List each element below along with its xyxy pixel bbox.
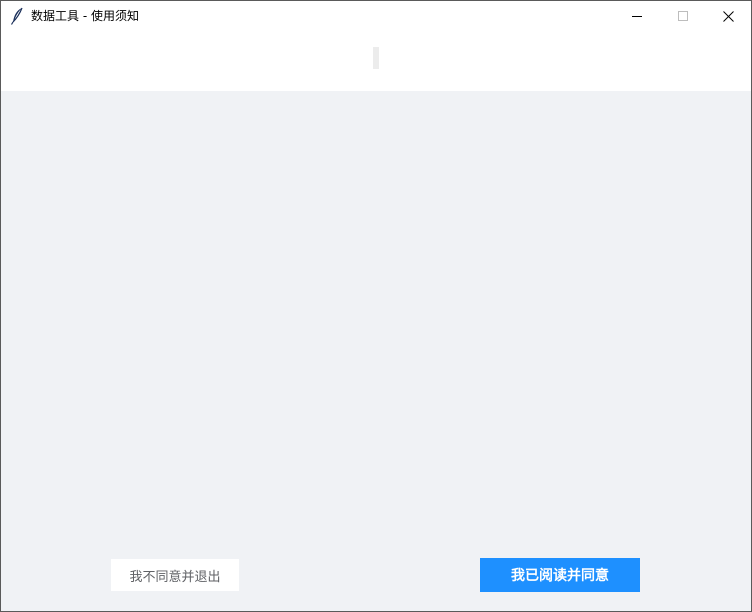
header-area (1, 31, 751, 91)
minimize-button[interactable] (614, 1, 660, 31)
disagree-exit-button[interactable]: 我不同意并退出 (111, 559, 239, 591)
app-window: 数据工具 - 使用须知 我不同意并退出 我已阅读并同意 (0, 0, 752, 612)
content-area: 我不同意并退出 我已阅读并同意 (1, 91, 751, 611)
window-title: 数据工具 - 使用须知 (31, 9, 139, 23)
title-bar[interactable]: 数据工具 - 使用须知 (1, 1, 751, 31)
header-title-placeholder (373, 47, 379, 69)
minimize-icon (632, 11, 642, 21)
close-button[interactable] (705, 1, 751, 31)
maximize-icon (678, 11, 688, 21)
maximize-button[interactable] (660, 1, 706, 31)
close-icon (722, 10, 734, 22)
agree-button[interactable]: 我已阅读并同意 (480, 558, 640, 592)
feather-icon (10, 7, 24, 25)
